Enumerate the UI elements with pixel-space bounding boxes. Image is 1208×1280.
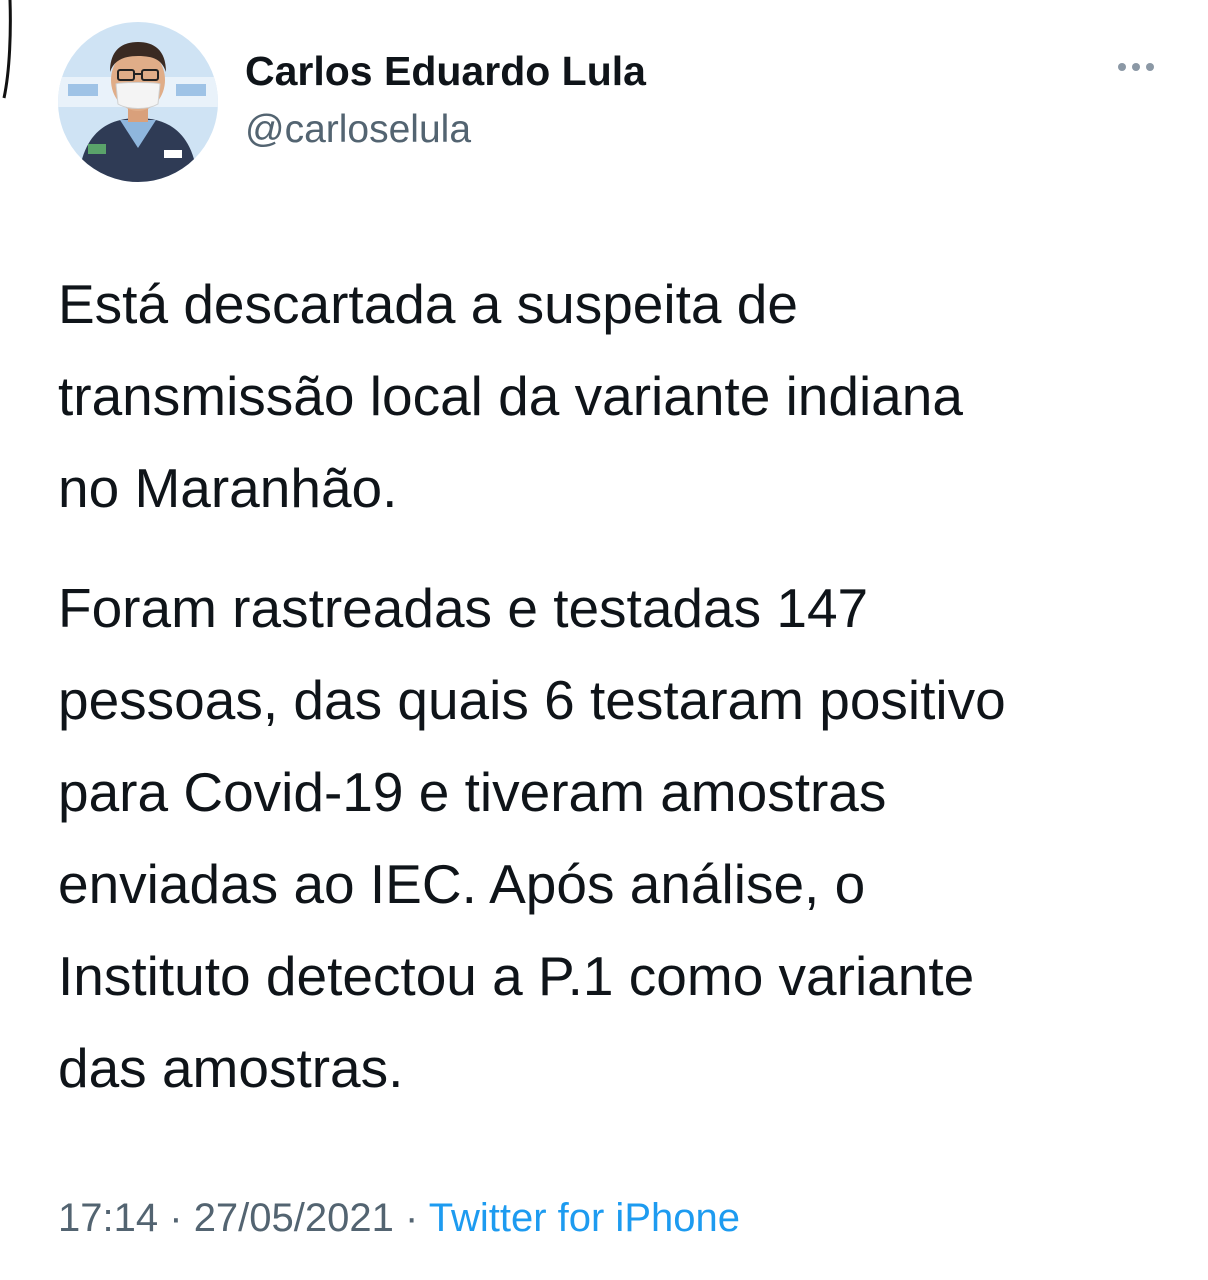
tweet-line: Foram rastreadas e testadas 147 bbox=[58, 577, 869, 639]
meta-separator: · bbox=[169, 1196, 183, 1240]
tweet-line: Está descartada a suspeita de bbox=[58, 273, 798, 335]
tweet-line: enviadas ao IEC. Após análise, o bbox=[58, 853, 866, 915]
tweet-header: Carlos Eduardo Lula @carloselula bbox=[58, 22, 1158, 182]
tweet-line: das amostras. bbox=[58, 1037, 404, 1099]
tweet-time[interactable]: 17:14 bbox=[58, 1196, 158, 1240]
meta-separator: · bbox=[405, 1196, 419, 1240]
tweet-date[interactable]: 27/05/2021 bbox=[194, 1196, 394, 1240]
tweet-source-link[interactable]: Twitter for iPhone bbox=[429, 1196, 740, 1240]
tweet-text: Está descartada a suspeita de transmissã… bbox=[58, 258, 1168, 1114]
tweet-line: para Covid-19 e tiveram amostras bbox=[58, 761, 887, 823]
author-name[interactable]: Carlos Eduardo Lula bbox=[245, 48, 646, 95]
author-handle[interactable]: @carloselula bbox=[245, 108, 471, 152]
tweet-line: pessoas, das quais 6 testaram positivo bbox=[58, 669, 1006, 731]
tweet-metadata: 17:14 · 27/05/2021 · Twitter for iPhone bbox=[58, 1196, 740, 1241]
tweet-line: transmissão local da variante indiana bbox=[58, 365, 963, 427]
avatar[interactable] bbox=[58, 22, 218, 182]
tweet-line: no Maranhão. bbox=[58, 457, 398, 519]
more-options-button[interactable] bbox=[1112, 52, 1160, 82]
edge-line bbox=[2, 0, 12, 99]
tweet-line: Instituto detectou a P.1 como variante bbox=[58, 945, 975, 1007]
more-horizontal-icon bbox=[1118, 63, 1154, 71]
avatar-illustration bbox=[58, 22, 218, 182]
